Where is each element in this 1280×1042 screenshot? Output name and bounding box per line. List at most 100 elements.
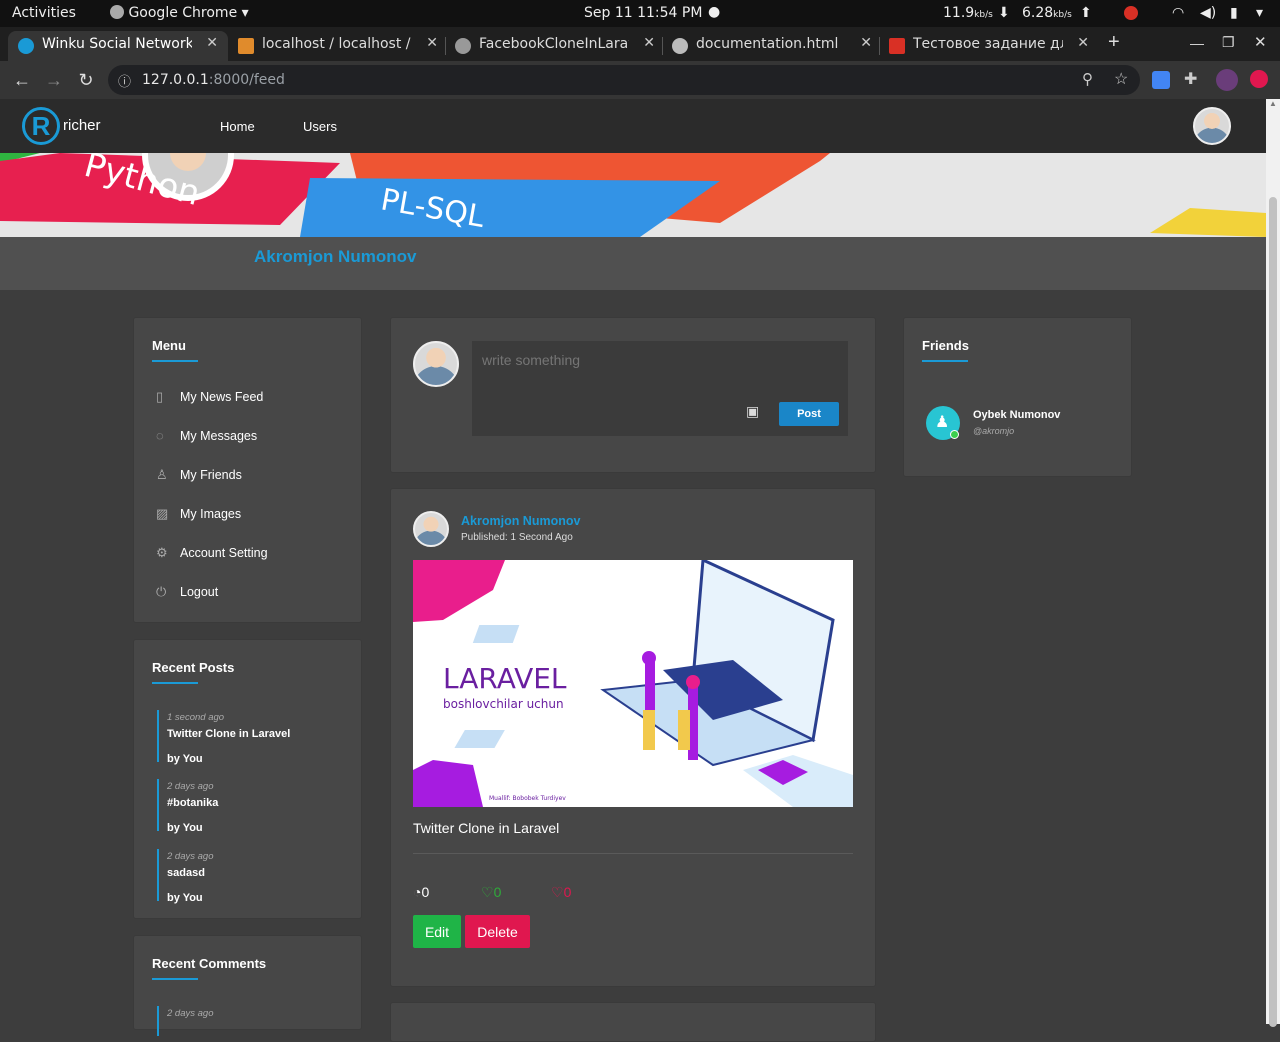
translate-extension-icon[interactable] xyxy=(1152,71,1170,89)
menu-item-label: My Messages xyxy=(180,429,258,443)
battery-icon[interactable]: ▮ xyxy=(1230,5,1238,21)
recent-post-item[interactable]: 2 days ago sadasd by You xyxy=(157,849,347,904)
activities-button[interactable]: Activities xyxy=(12,5,76,21)
header-user-avatar[interactable] xyxy=(1193,107,1231,145)
friend-avatar[interactable]: ♟ xyxy=(926,406,960,440)
close-icon[interactable]: ✕ xyxy=(206,35,218,51)
minimize-window-button[interactable]: — xyxy=(1190,35,1204,51)
clock[interactable]: Sep 11 11:54 PM xyxy=(584,5,702,21)
dislike-button[interactable]: ♡0 xyxy=(551,884,571,901)
browser-toolbar: ← → ↻ ⓘ 127.0.0.1:8000/feed ⚲ ☆ ✚ xyxy=(0,61,1280,99)
recent-post-author: by You xyxy=(167,753,203,765)
tab-gmail[interactable]: Тестовое задание для ✕ xyxy=(879,31,1099,61)
recent-post-title[interactable]: Twitter Clone in Laravel xyxy=(167,728,347,740)
new-tab-button[interactable]: + xyxy=(1108,31,1120,54)
tab-winku[interactable]: Winku Social Network ✕ xyxy=(8,31,228,61)
tab-favicon-icon xyxy=(238,38,254,54)
comments-count[interactable]: ◔0 xyxy=(413,884,429,900)
close-icon[interactable]: ✕ xyxy=(860,35,872,51)
reload-button[interactable]: ↻ xyxy=(74,68,98,92)
address-bar[interactable]: ⓘ 127.0.0.1:8000/feed ⚲ ☆ xyxy=(108,65,1140,95)
post-button[interactable]: Post xyxy=(779,402,839,426)
menu-item-label: My Friends xyxy=(180,468,242,482)
globe-icon xyxy=(672,38,688,54)
edit-post-button[interactable]: Edit xyxy=(413,915,461,948)
restore-window-button[interactable]: ❐ xyxy=(1222,34,1235,51)
recent-post-time: 2 days ago xyxy=(167,851,214,862)
profile-avatar-icon[interactable] xyxy=(1216,69,1238,91)
forward-button[interactable]: → xyxy=(42,68,66,92)
recording-icon[interactable] xyxy=(1124,6,1138,20)
chrome-update-icon[interactable] xyxy=(1250,70,1268,88)
chrome-icon xyxy=(110,5,124,19)
system-menu-caret-icon[interactable]: ▾ xyxy=(1256,5,1263,21)
composer-textarea[interactable] xyxy=(472,341,848,401)
logo-text[interactable]: richer xyxy=(63,117,101,134)
recent-comment-item[interactable]: 2 days ago xyxy=(157,1006,347,1036)
image-title: LARAVEL xyxy=(443,662,567,695)
recent-post-title[interactable]: #botanika xyxy=(167,797,347,809)
online-status-dot xyxy=(950,430,959,439)
composer-box: ▣ Post xyxy=(472,341,848,436)
volume-icon[interactable]: ◀) xyxy=(1200,5,1216,21)
close-window-button[interactable]: ✕ xyxy=(1254,33,1267,51)
recent-post-author: by You xyxy=(167,822,203,834)
zoom-icon[interactable]: ⚲ xyxy=(1082,70,1093,88)
recent-post-item[interactable]: 1 second ago Twitter Clone in Laravel by… xyxy=(157,710,347,765)
site-header: R richer Home Users xyxy=(0,99,1266,153)
page-scrollbar[interactable]: ▲ xyxy=(1266,99,1280,1027)
cover-photo: Python PL-SQL xyxy=(0,153,1266,237)
logo-icon[interactable]: R xyxy=(22,107,60,145)
recent-post-title[interactable]: sadasd xyxy=(167,867,347,879)
nav-users[interactable]: Users xyxy=(303,119,337,134)
post-author-avatar[interactable] xyxy=(413,511,449,547)
wifi-icon[interactable]: ◠ xyxy=(1172,5,1184,21)
scroll-up-arrow-icon[interactable]: ▲ xyxy=(1269,99,1277,108)
info-icon[interactable]: ⓘ xyxy=(118,71,131,90)
add-image-icon[interactable]: ▣ xyxy=(746,403,759,420)
tab-title: localhost / localhost / xyxy=(262,36,411,52)
profile-name[interactable]: Akromjon Numonov xyxy=(254,247,416,267)
post-text: Twitter Clone in Laravel xyxy=(413,820,560,836)
close-icon[interactable]: ✕ xyxy=(643,35,655,51)
image-credit: Muallif: Bobobek Turdiyev xyxy=(489,795,566,802)
delete-post-button[interactable]: Delete xyxy=(465,915,530,948)
tab-phpmyadmin[interactable]: localhost / localhost / ✕ xyxy=(228,31,448,61)
tab-favicon-icon xyxy=(18,38,34,54)
nav-home[interactable]: Home xyxy=(220,119,255,134)
image-icon: ▨ xyxy=(156,506,169,521)
menu-item-label: My News Feed xyxy=(180,390,264,404)
tab-title: FacebookCloneInLarav xyxy=(479,36,629,52)
recent-posts-widget: Recent Posts 1 second ago Twitter Clone … xyxy=(133,639,362,919)
recent-post-item[interactable]: 2 days ago #botanika by You xyxy=(157,779,347,834)
broken-heart-icon: ♡ xyxy=(551,884,564,900)
friend-name[interactable]: Oybek Numonov xyxy=(973,409,1060,421)
gear-icon: ⚙ xyxy=(156,545,168,560)
graduate-icon: ♟ xyxy=(935,414,950,431)
close-icon[interactable]: ✕ xyxy=(1077,35,1089,51)
tab-github[interactable]: FacebookCloneInLarav ✕ xyxy=(445,31,665,61)
back-button[interactable]: ← xyxy=(10,68,34,92)
extensions-puzzle-icon[interactable]: ✚ xyxy=(1184,69,1197,89)
github-icon xyxy=(455,38,471,54)
net-down-speed: 11.9kb/s xyxy=(943,5,993,21)
chrome-app-menu[interactable]: Google Chrome ▾ xyxy=(110,5,249,21)
post-image[interactable]: LARAVEL boshlovchilar uchun Muallif: Bob… xyxy=(413,560,853,807)
scrollbar-thumb[interactable] xyxy=(1269,197,1277,1027)
widget-title: Recent Comments xyxy=(152,956,267,971)
tab-title: Winku Social Network xyxy=(42,36,192,52)
like-button[interactable]: ♡0 xyxy=(481,884,501,901)
menu-item-label: Account Setting xyxy=(180,546,268,560)
close-icon[interactable]: ✕ xyxy=(426,35,438,51)
gmail-icon xyxy=(889,38,905,54)
recent-post-time: 2 days ago xyxy=(167,781,214,792)
power-icon: ⏻ xyxy=(156,584,167,599)
widget-underline xyxy=(152,360,198,362)
tab-title: Тестовое задание для xyxy=(913,36,1063,52)
bookmark-star-icon[interactable]: ☆ xyxy=(1114,69,1128,89)
widget-underline xyxy=(922,360,968,362)
menu-widget: Menu ▯ My News Feed ◌ My Messages ♙ My F… xyxy=(133,317,362,623)
tab-documentation[interactable]: documentation.html ✕ xyxy=(662,31,882,61)
widget-underline xyxy=(152,978,198,980)
post-author-name[interactable]: Akromjon Numonov xyxy=(461,514,580,528)
